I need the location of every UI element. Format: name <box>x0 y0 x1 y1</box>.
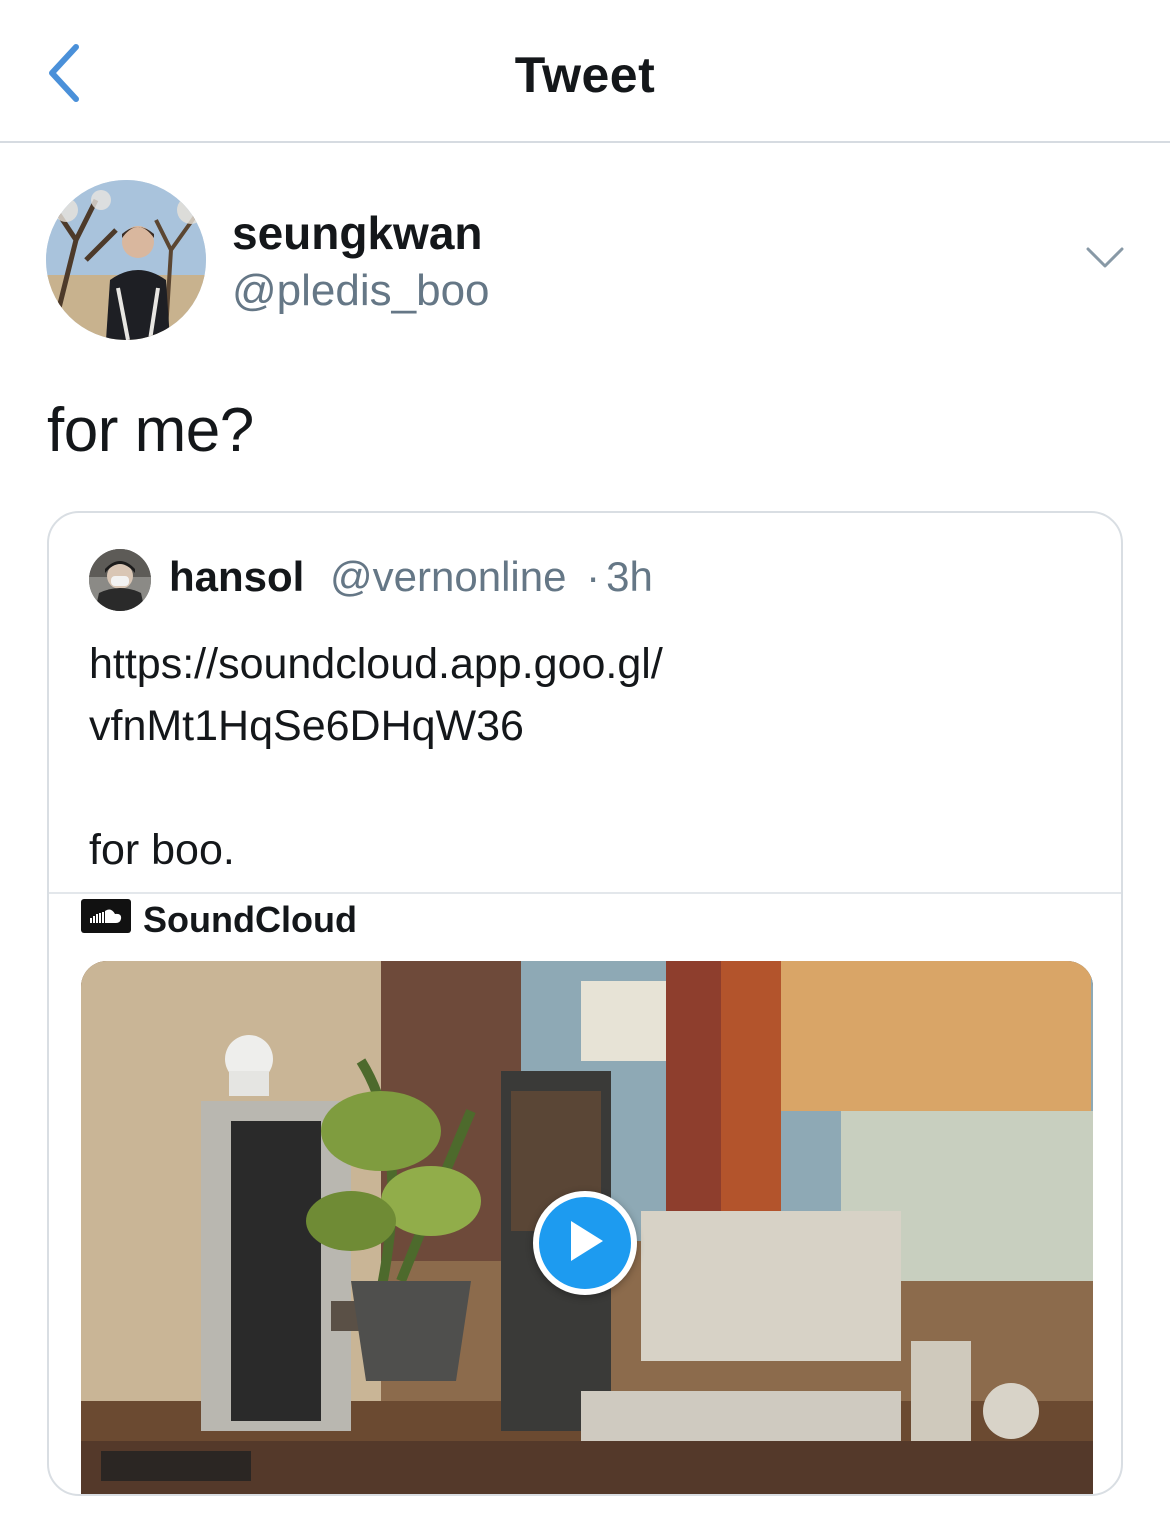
link-card-provider[interactable]: SoundCloud <box>81 893 357 933</box>
provider-name: SoundCloud <box>143 899 357 934</box>
quoted-tweet-card[interactable]: hansol @vernonline · 3h https://soundclou… <box>47 511 1123 1496</box>
play-icon <box>565 1219 605 1268</box>
quoted-tweet-header: hansol @vernonline · 3h <box>169 553 653 601</box>
soundcloud-logo-icon <box>81 899 131 933</box>
more-options-button[interactable] <box>1082 240 1128 280</box>
quoted-author-name[interactable]: hansol <box>169 553 304 600</box>
quoted-text-line[interactable]: vfnMt1HqSe6DHqW36 <box>89 695 1089 757</box>
quoted-text-line[interactable]: https://soundcloud.app.goo.gl/ <box>89 633 1089 695</box>
nav-bar: Tweet <box>0 0 1170 143</box>
quoted-avatar-photo <box>89 549 151 611</box>
quoted-tweet-text: https://soundcloud.app.goo.gl/ vfnMt1HqS… <box>89 633 1089 881</box>
quoted-text-line: for boo. <box>89 826 235 874</box>
tweet-detail-screen: Tweet seungkwan @pledis_boo for me? hans… <box>0 0 1170 1530</box>
quoted-tweet-time: 3h <box>606 553 653 600</box>
author-handle[interactable]: @pledis_boo <box>232 266 490 316</box>
quoted-text-line <box>89 757 1089 819</box>
author-avatar[interactable] <box>46 180 206 340</box>
avatar-photo <box>46 180 206 340</box>
separator-dot: · <box>586 553 601 600</box>
link-card-media[interactable] <box>81 961 1093 1494</box>
quoted-author-handle[interactable]: @vernonline <box>330 553 566 600</box>
play-button[interactable] <box>533 1191 637 1295</box>
author-display-name[interactable]: seungkwan <box>232 206 483 260</box>
page-title: Tweet <box>514 47 656 103</box>
chevron-down-icon <box>1085 246 1125 275</box>
quoted-author-avatar[interactable] <box>89 549 151 611</box>
tweet-text: for me? <box>47 396 254 465</box>
